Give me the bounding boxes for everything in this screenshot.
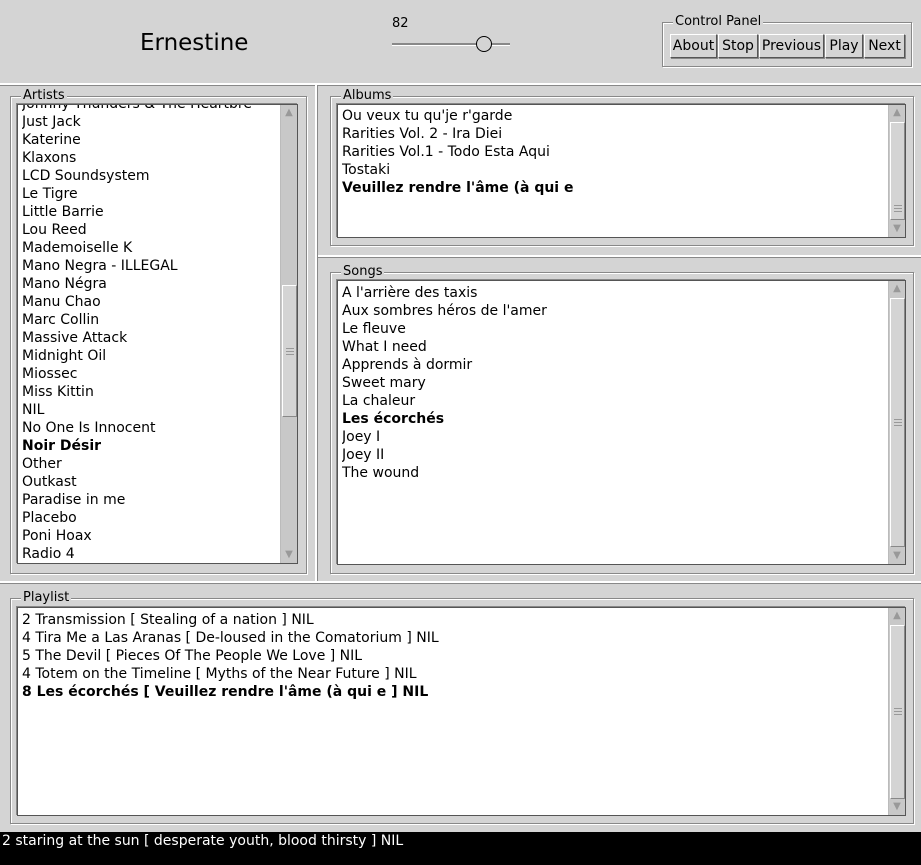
scroll-up-arrow-icon[interactable]: ▲	[282, 106, 296, 120]
album-list-item[interactable]: Rarities Vol.1 - Todo Esta Aqui	[342, 143, 887, 161]
scroll-up-arrow-icon[interactable]: ▲	[890, 609, 904, 623]
album-list-item[interactable]: Rarities Vol. 2 - Ira Diei	[342, 125, 887, 143]
album-list-item[interactable]: Ou veux tu qu'je r'garde	[342, 107, 887, 125]
artist-list-item[interactable]: Paradise in me	[22, 491, 279, 509]
artist-list-item[interactable]: Marc Collin	[22, 311, 279, 329]
album-list-item[interactable]: Veuillez rendre l'âme (à qui e	[342, 179, 887, 197]
song-list-item[interactable]: La chaleur	[342, 392, 887, 410]
artist-list-item[interactable]: Le Tigre	[22, 185, 279, 203]
artist-list-item[interactable]: Just Jack	[22, 113, 279, 131]
song-list-item[interactable]: Joey I	[342, 428, 887, 446]
play-button[interactable]: Play	[825, 34, 863, 58]
song-list-item[interactable]: Aux sombres héros de l'amer	[342, 302, 887, 320]
playlist-scrollbar[interactable]: ▲ ▼	[888, 608, 905, 815]
artist-list-item[interactable]: Lou Reed	[22, 221, 279, 239]
artist-list-item[interactable]: LCD Soundsystem	[22, 167, 279, 185]
playlist-item[interactable]: 4 Totem on the Timeline [ Myths of the N…	[22, 665, 887, 683]
scroll-up-arrow-icon[interactable]: ▲	[890, 106, 904, 120]
artist-list-item[interactable]: Massive Attack	[22, 329, 279, 347]
scroll-up-arrow-icon[interactable]: ▲	[890, 282, 904, 296]
artist-list-item[interactable]: Radio 4	[22, 545, 279, 563]
artist-list-item[interactable]: Manu Chao	[22, 293, 279, 311]
artist-list-item[interactable]: No One Is Innocent	[22, 419, 279, 437]
top-splitter[interactable]	[0, 83, 921, 86]
songs-scroll-thumb[interactable]	[890, 298, 905, 547]
song-list-item[interactable]: Joey II	[342, 446, 887, 464]
playlist-legend: Playlist	[21, 590, 72, 605]
songs-legend: Songs	[341, 264, 385, 279]
playlist-item[interactable]: 5 The Devil [ Pieces Of The People We Lo…	[22, 647, 887, 665]
status-bar: 2 staring at the sun [ desperate youth, …	[0, 832, 921, 865]
artist-list-item[interactable]: Johnny Thunders & The Heartbre	[22, 105, 279, 113]
albums-legend: Albums	[341, 88, 394, 103]
artist-list-item[interactable]: Mano Négra	[22, 275, 279, 293]
albums-scroll-thumb[interactable]	[890, 122, 905, 220]
artist-list-item[interactable]: Noir Désir	[22, 437, 279, 455]
song-list-item[interactable]: Sweet mary	[342, 374, 887, 392]
song-list-item[interactable]: Apprends à dormir	[342, 356, 887, 374]
songs-scrollbar[interactable]: ▲ ▼	[888, 281, 905, 564]
app-title: Ernestine	[140, 30, 249, 56]
album-list-item[interactable]: Tostaki	[342, 161, 887, 179]
song-list-item[interactable]: The wound	[342, 464, 887, 482]
song-list-item[interactable]: What I need	[342, 338, 887, 356]
artist-list-item[interactable]: Miss Kittin	[22, 383, 279, 401]
artist-list-item[interactable]: Mano Negra - ILLEGAL	[22, 257, 279, 275]
vertical-splitter[interactable]	[315, 85, 318, 581]
next-button[interactable]: Next	[864, 34, 905, 58]
playlist-list[interactable]: 2 Transmission [ Stealing of a nation ] …	[17, 607, 906, 816]
scroll-down-arrow-icon[interactable]: ▼	[890, 800, 904, 814]
artists-list[interactable]: Johnny Thunders & The Heartbre Just Jack K…	[17, 104, 298, 564]
volume-slider-track[interactable]	[392, 43, 510, 46]
artist-list-item[interactable]: Other	[22, 455, 279, 473]
artists-legend: Artists	[21, 88, 67, 103]
about-button[interactable]: About	[670, 34, 717, 58]
artist-list-item[interactable]: NIL	[22, 401, 279, 419]
artist-list-item[interactable]: Midnight Oil	[22, 347, 279, 365]
previous-button[interactable]: Previous	[759, 34, 824, 58]
albums-list[interactable]: Ou veux tu qu'je r'garde Rarities Vol. 2 …	[337, 104, 906, 238]
scroll-down-arrow-icon[interactable]: ▼	[282, 548, 296, 562]
scroll-down-arrow-icon[interactable]: ▼	[890, 549, 904, 563]
artist-list-item[interactable]: Outkast	[22, 473, 279, 491]
albums-songs-splitter[interactable]	[318, 255, 921, 258]
artists-scroll-thumb[interactable]	[282, 285, 297, 417]
song-list-item[interactable]: Les écorchés	[342, 410, 887, 428]
playlist-scroll-thumb[interactable]	[890, 625, 905, 799]
control-panel-legend: Control Panel	[673, 14, 764, 29]
artist-list-item[interactable]: Katerine	[22, 131, 279, 149]
scroll-down-arrow-icon[interactable]: ▼	[890, 222, 904, 236]
artist-list-item[interactable]: Mademoiselle K	[22, 239, 279, 257]
volume-slider-handle[interactable]	[475, 36, 492, 52]
songs-list[interactable]: A l'arrière des taxis Aux sombres héros d…	[337, 280, 906, 565]
albums-scrollbar[interactable]: ▲ ▼	[888, 105, 905, 237]
artist-list-item[interactable]: Placebo	[22, 509, 279, 527]
playlist-item[interactable]: 2 Transmission [ Stealing of a nation ] …	[22, 611, 887, 629]
artist-list-item[interactable]: Klaxons	[22, 149, 279, 167]
song-list-item[interactable]: Le fleuve	[342, 320, 887, 338]
volume-value: 82	[392, 16, 409, 31]
playlist-splitter[interactable]	[0, 581, 921, 584]
song-list-item[interactable]: A l'arrière des taxis	[342, 284, 887, 302]
artists-scrollbar[interactable]: ▲ ▼	[280, 105, 297, 563]
stop-button[interactable]: Stop	[718, 34, 758, 58]
playlist-item[interactable]: 4 Tira Me a Las Aranas [ De-loused in th…	[22, 629, 887, 647]
artist-list-item[interactable]: Miossec	[22, 365, 279, 383]
artist-list-item[interactable]: Little Barrie	[22, 203, 279, 221]
artist-list-item[interactable]: Poni Hoax	[22, 527, 279, 545]
playlist-item[interactable]: 8 Les écorchés [ Veuillez rendre l'âme (…	[22, 683, 887, 701]
